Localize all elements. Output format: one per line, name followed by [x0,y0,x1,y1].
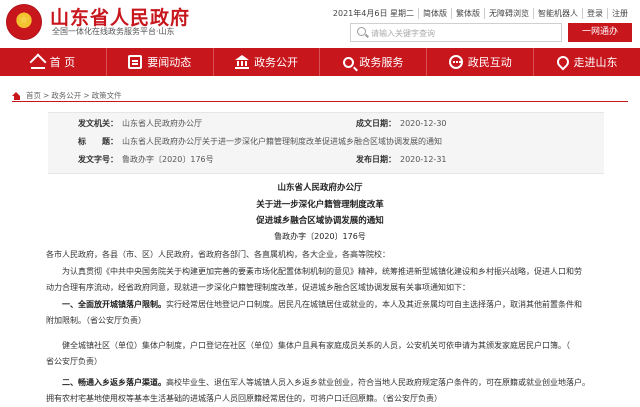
nav-item-home[interactable]: 首 页 [0,48,107,76]
location-pin-icon [554,53,572,71]
main-nav: 首 页 要闻动态 政务公开 政务服务 政民互动 走进山东 [0,48,640,76]
nav-item-services[interactable]: 政务服务 [320,48,428,76]
site-header: 山东省人民政府 全国一体化在线政务服务平台·山东 2021年4月6日 星期二 简… [0,0,640,46]
simplified-link[interactable]: 简体版 [418,8,451,19]
title-row: 标 题： 山东省人民政府办公厅关于进一步深化户籍管理制度改革促进城乡融合区域协调发… [78,137,442,146]
nav-item-shandong[interactable]: 走进山东 [534,48,640,76]
article-docno: 鲁政办字〔2020〕176号 [274,232,366,241]
current-date: 2021年4月6日 星期二 [332,9,414,18]
nav-label: 走进山东 [573,56,618,69]
home-icon [30,55,45,69]
breadcrumb-home[interactable]: 首页 [26,90,41,101]
issuer-row: 发文机关： 山东省人民政府办公厅 [78,119,202,128]
search-placeholder: 请输入关键字查询 [371,29,435,38]
article-p1-line2: 动力合理有序流动，经省政府同意，现就进一步深化户籍管理制度改革，促进城乡融合区域… [46,283,470,292]
article-title-line1: 关于进一步深化户籍管理制度改革 [256,200,384,210]
article-org: 山东省人民政府办公厅 [277,183,363,193]
one-stop-service-button[interactable]: 一网通办 [568,23,632,42]
article-s1b-line1: 健全城镇社区（单位）集体户制度，户口登记在社区（单位）集体户且具有家庭成员关系的… [62,341,570,350]
nav-item-interaction[interactable]: 政民互动 [427,48,535,76]
news-icon [128,55,143,69]
register-link[interactable]: 注册 [607,8,632,19]
login-link[interactable]: 登录 [582,8,607,19]
site-subtitle: 全国一体化在线政务服务平台·山东 [52,27,175,36]
breadcrumb-government[interactable]: 政务公开 [51,90,81,101]
article-s2-line1: 二、畅通入乡返乡落户渠道。高校毕业生、退伍军人等城镇人员入乡返乡就业创业，符合当… [62,378,590,387]
government-icon [235,55,250,69]
nav-label: 政务公开 [254,56,299,69]
article-recipients: 各市人民政府，各县（市、区）人民政府，省政府各部门、各直属机构，各大企业，各高等… [46,250,390,259]
nav-label: 首 页 [49,56,76,69]
divider [12,101,628,102]
article-p1-line1: 为认真贯彻《中共中央国务院关于构建更加完善的要素市场化配置体制机制的意见》精神，… [62,267,582,276]
docno-row: 发文字号： 鲁政办字〔2020〕176号 [78,155,214,164]
search-icon [343,56,355,68]
nav-label: 政务服务 [359,56,404,69]
article-s1-line2: 附加限制。（省公安厅负责） [46,316,146,325]
nav-item-news[interactable]: 要闻动态 [107,48,214,76]
nav-item-government-affairs[interactable]: 政务公开 [214,48,321,76]
article-s1b-line2: 省公安厅负责） [46,357,102,366]
robot-link[interactable]: 智能机器人 [533,8,582,19]
breadcrumb: 首页 > 政务公开 > 政策文件 [12,90,122,101]
search-icon [357,27,366,36]
home-icon [12,91,21,100]
nav-label: 政民互动 [467,56,512,69]
article-title-line2: 促进城乡融合区域协调发展的通知 [256,216,384,226]
article-s1-line1: 一、全面放开城镇落户限制。实行经常居住地登记户口制度。居民凡在城镇居住或就业的，… [62,300,582,309]
accessibility-link[interactable]: 无障碍浏览 [484,8,533,19]
national-emblem-icon [6,4,42,40]
breadcrumb-policy[interactable]: 政策文件 [92,90,122,101]
nav-label: 要闻动态 [147,56,192,69]
article-s2-line2: 拥有农村宅基地使用权等基本生活基础的进城落户人员回原籍经常居住的，可将户口迁回原… [46,394,442,403]
date-row: 成文日期： 2020-12-30 [356,119,447,128]
chat-icon [448,55,463,69]
traditional-link[interactable]: 繁体版 [451,8,484,19]
pubdate-row: 发布日期： 2020-12-31 [356,155,447,164]
search-input[interactable]: 请输入关键字查询 [350,23,562,42]
top-links: 2021年4月6日 星期二 简体版 繁体版 无障碍浏览 智能机器人 登录 注册 [329,8,632,19]
document-info-box: 发文机关： 山东省人民政府办公厅 成文日期： 2020-12-30 标 题： 山东省人… [48,112,604,174]
